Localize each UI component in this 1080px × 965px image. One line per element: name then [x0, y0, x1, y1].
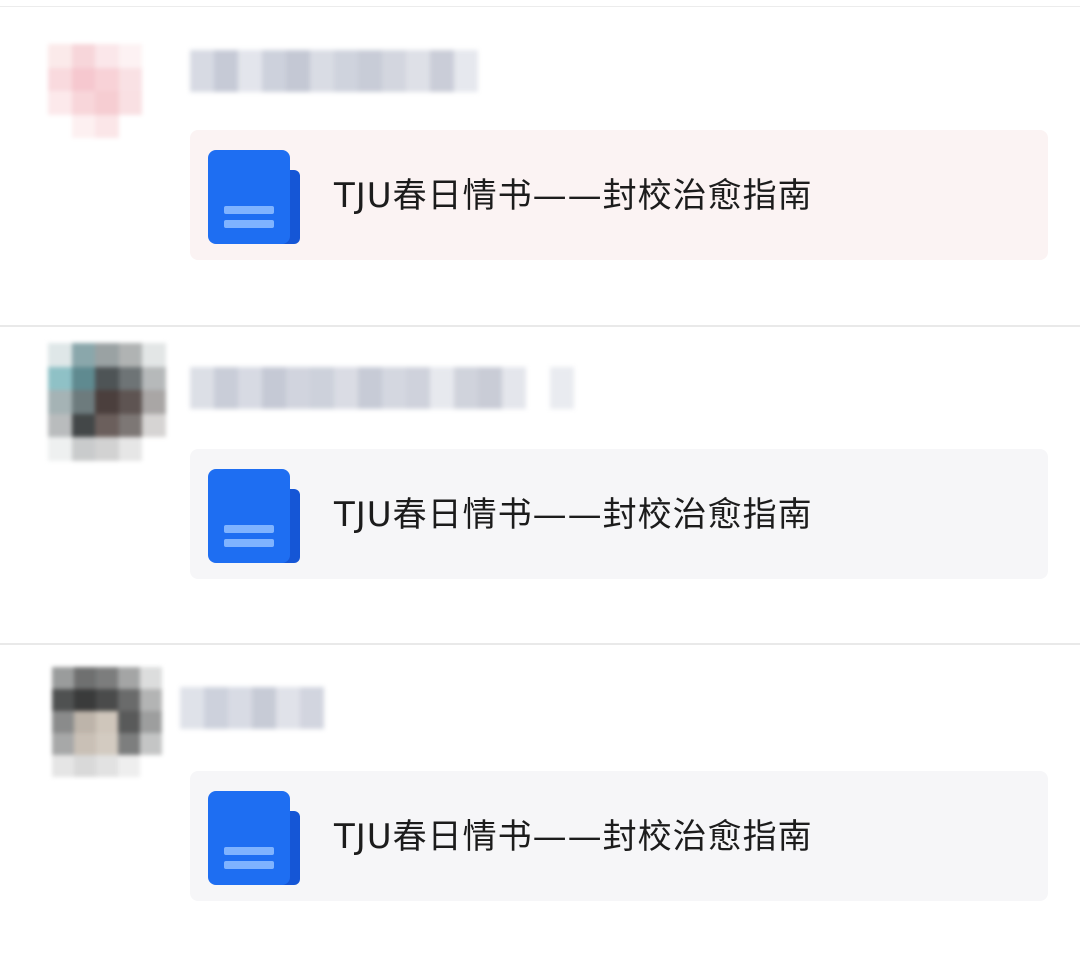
feed-post: TJU春日情书——封校治愈指南	[0, 327, 1080, 647]
document-icon	[208, 791, 300, 885]
shared-doc-title: TJU春日情书——封校治愈指南	[334, 176, 813, 216]
user-avatar-blurred[interactable]	[48, 343, 166, 461]
user-avatar-blurred[interactable]	[52, 667, 162, 777]
top-divider	[0, 6, 1080, 7]
moments-feed: TJU春日情书——封校治愈指南 TJU春日情书——封校治愈指南 TJU春日情书—…	[0, 0, 1080, 951]
document-icon	[208, 469, 300, 563]
username-blurred[interactable]	[180, 687, 324, 729]
shared-doc-title: TJU春日情书——封校治愈指南	[334, 817, 813, 857]
document-icon	[208, 150, 300, 244]
username-blurred[interactable]	[190, 367, 574, 409]
feed-post: TJU春日情书——封校治愈指南	[0, 8, 1080, 328]
user-avatar-blurred[interactable]	[48, 44, 166, 162]
shared-doc-title: TJU春日情书——封校治愈指南	[334, 495, 813, 535]
shared-doc-card[interactable]: TJU春日情书——封校治愈指南	[190, 130, 1048, 260]
feed-post: TJU春日情书——封校治愈指南	[0, 645, 1080, 965]
shared-doc-card[interactable]: TJU春日情书——封校治愈指南	[190, 449, 1048, 579]
username-blurred[interactable]	[190, 50, 478, 92]
shared-doc-card[interactable]: TJU春日情书——封校治愈指南	[190, 771, 1048, 901]
